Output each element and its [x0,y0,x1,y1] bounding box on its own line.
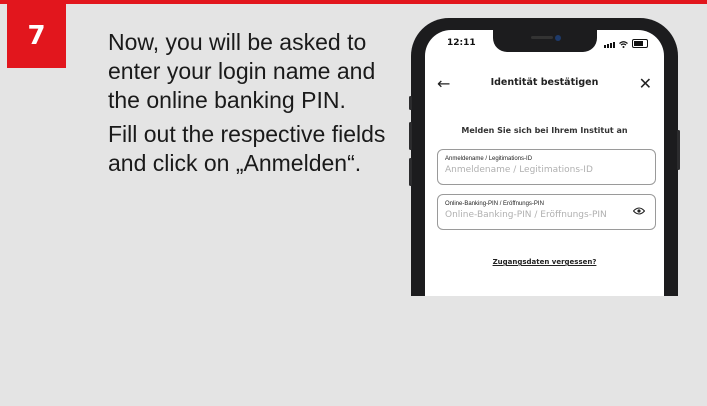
forgot-credentials-link[interactable]: Zugangsdaten vergessen? [425,258,664,266]
phone-mockup: 12:11 ← Identität bestätigen ✕ Melden Si… [411,18,678,318]
instruction-paragraph: Fill out the respective fields and click… [108,121,386,176]
instruction-text: Now, you will be asked to enter your log… [108,28,398,183]
eye-icon[interactable] [633,207,645,215]
phone-screen: 12:11 ← Identität bestätigen ✕ Melden Si… [425,30,664,318]
login-subtitle: Melden Sie sich bei Ihrem Institut an [461,126,628,135]
field-placeholder: Online-Banking-PIN / Eröffnungs-PIN [445,210,607,220]
signal-icon [604,42,615,48]
field-label: Anmeldename / Legitimations-ID [445,156,533,162]
status-icons [604,39,648,48]
phone-side-button [409,96,412,110]
phone-notch [493,30,597,52]
wifi-icon [619,41,628,48]
top-accent-bar [0,0,707,4]
battery-icon [632,39,648,48]
field-placeholder: Anmeldename / Legitimations-ID [445,165,593,175]
status-time: 12:11 [447,38,476,48]
field-label: Online-Banking-PIN / Eröffnungs-PIN [445,201,544,207]
pin-field[interactable]: Online-Banking-PIN / Eröffnungs-PIN Onli… [437,194,656,230]
phone-side-button [409,122,412,150]
content-background [0,296,707,406]
instruction-paragraph: Now, you will be asked to enter your log… [108,29,376,113]
camera-icon [555,35,561,41]
phone-side-button [409,158,412,186]
step-number-badge: 7 [7,4,66,68]
nav-bar: ← Identität bestätigen ✕ [425,74,664,96]
nav-title: Identität bestätigen [490,77,599,88]
close-icon[interactable]: ✕ [639,74,652,94]
phone-side-button [677,130,680,170]
login-name-field[interactable]: Anmeldename / Legitimations-ID Anmeldena… [437,149,656,185]
